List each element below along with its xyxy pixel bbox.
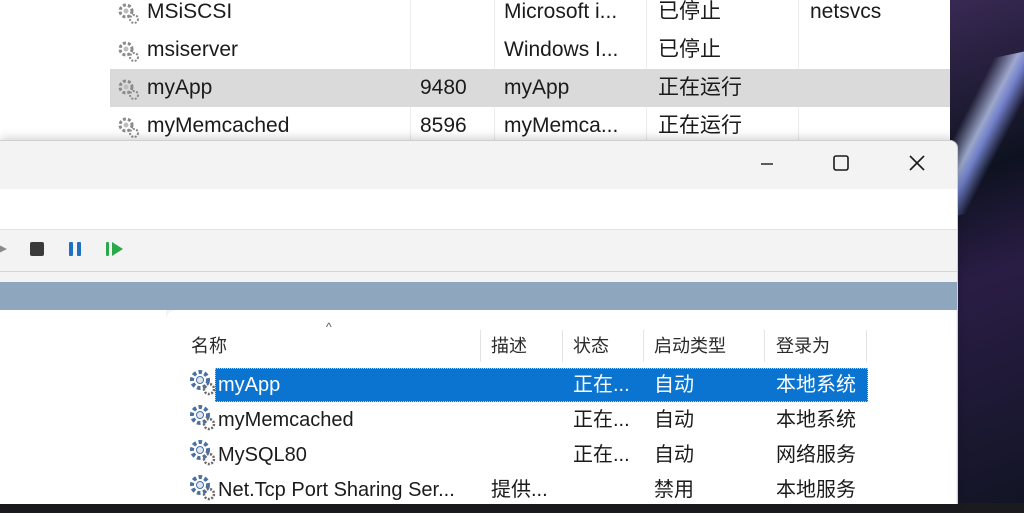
bg-service-status: 已停止 [658, 38, 721, 61]
play-icon [0, 242, 9, 261]
pause-icon [67, 241, 83, 262]
bg-service-status: 正在运行 [658, 76, 742, 99]
column-header-startup-type[interactable]: 启动类型 [654, 328, 726, 364]
column-header-status[interactable]: 状态 [573, 328, 609, 364]
header-divider[interactable] [562, 330, 563, 362]
column-header-log-on-as[interactable]: 登录为 [776, 328, 830, 364]
description-pane [0, 310, 166, 504]
header-divider[interactable] [866, 330, 867, 362]
maximize-button[interactable] [818, 147, 864, 183]
bg-service-description: myApp [504, 76, 570, 99]
resume-service-button[interactable] [105, 241, 125, 261]
service-row[interactable]: myMemcached 正在... 自动 本地系统 [166, 403, 868, 438]
column-header-description[interactable]: 描述 [491, 328, 527, 364]
bg-service-description: Windows I... [504, 38, 619, 61]
pause-service-button[interactable] [65, 241, 85, 261]
minimize-button[interactable] [744, 147, 790, 183]
service-log-on-as: 本地系统 [776, 374, 856, 396]
toolbar [0, 231, 957, 271]
header-divider[interactable] [764, 330, 765, 362]
service-log-on-as: 网络服务 [776, 444, 856, 466]
close-button[interactable] [894, 147, 940, 183]
service-row-selected[interactable]: myApp 正在... 自动 本地系统 [166, 368, 868, 403]
bg-row[interactable]: msiserver Windows I... 已停止 [110, 31, 950, 69]
bg-service-name: myApp [147, 76, 213, 99]
service-gear-icon [188, 473, 216, 513]
bg-row-selected[interactable]: myApp 9480 myApp 正在运行 [110, 69, 950, 107]
service-gear-icon [188, 368, 216, 408]
title-bar[interactable] [0, 141, 957, 189]
stop-icon [29, 241, 45, 262]
service-startup-type: 自动 [654, 444, 694, 466]
service-name: myMemcached [218, 409, 354, 431]
bg-row[interactable]: MSiSCSI Microsoft i... 已停止 netsvcs [110, 0, 950, 31]
service-status: 正在... [573, 409, 630, 431]
selection-highlight [215, 368, 868, 402]
start-service-button[interactable] [0, 241, 12, 261]
service-log-on-as: 本地系统 [776, 409, 856, 431]
maximize-icon [832, 154, 850, 177]
service-gear-icon [188, 438, 216, 478]
services-list: ^ 名称 描述 状态 启动类型 登录为 myApp 正在... 自动 本地系统 … [166, 310, 956, 504]
bg-service-name: msiserver [147, 38, 239, 61]
service-row[interactable]: MySQL80 正在... 自动 网络服务 [166, 438, 868, 473]
resume-icon [105, 241, 125, 262]
service-status: 正在... [573, 444, 630, 466]
bg-service-status: 已停止 [658, 0, 721, 23]
service-status: 正在... [573, 374, 630, 396]
service-gear-icon [188, 403, 216, 443]
bg-service-group: netsvcs [810, 0, 882, 23]
header-divider[interactable] [480, 330, 481, 362]
list-header: 名称 描述 状态 启动类型 登录为 [166, 328, 956, 364]
service-name: MySQL80 [218, 444, 307, 466]
background-services-list: MSiSCSI Microsoft i... 已停止 netsvcs msise… [0, 0, 950, 150]
close-icon [908, 154, 926, 177]
service-startup-type: 自动 [654, 409, 694, 431]
toolbar-separator [0, 271, 957, 272]
bg-service-name: MSiSCSI [147, 0, 233, 23]
service-startup-type: 自动 [654, 374, 694, 396]
stop-service-button[interactable] [27, 241, 47, 261]
bg-service-pid: 9480 [420, 76, 467, 99]
menu-bar [0, 189, 957, 230]
header-band [0, 282, 957, 310]
service-name: myApp [218, 374, 281, 396]
minimize-icon [759, 155, 775, 176]
column-header-name[interactable]: 名称 [191, 328, 227, 364]
header-divider[interactable] [643, 330, 644, 362]
bg-service-description: Microsoft i... [504, 0, 618, 23]
services-window: ^ 名称 描述 状态 启动类型 登录为 myApp 正在... 自动 本地系统 … [0, 140, 958, 504]
